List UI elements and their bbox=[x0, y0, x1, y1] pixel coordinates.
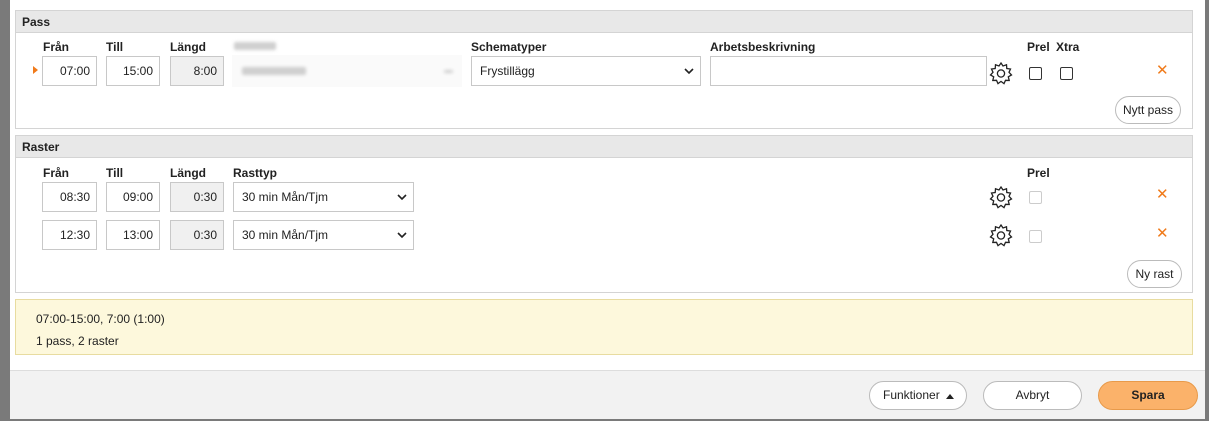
pass-xtra-checkbox[interactable] bbox=[1060, 67, 1073, 80]
cancel-button[interactable]: Avbryt bbox=[983, 381, 1082, 410]
pass-to-input[interactable]: 15:00 bbox=[106, 56, 160, 86]
pass-from-label: Från bbox=[43, 40, 70, 54]
work-description-input[interactable] bbox=[710, 56, 987, 86]
break-type-label: Rasttyp bbox=[233, 166, 278, 180]
dialog-footer: Funktioner Avbryt Spara bbox=[10, 370, 1205, 419]
delete-break-icon[interactable]: ✕ bbox=[1156, 224, 1169, 242]
gear-icon[interactable] bbox=[988, 184, 1014, 210]
chevron-down-icon bbox=[397, 232, 407, 239]
xtra-label: Xtra bbox=[1056, 40, 1080, 54]
new-pass-button[interactable]: Nytt pass bbox=[1115, 96, 1181, 124]
break-length-label: Längd bbox=[170, 166, 206, 180]
functions-label: Funktioner bbox=[883, 388, 940, 402]
caret-up-icon bbox=[946, 394, 954, 399]
employee-label-redacted bbox=[234, 42, 276, 50]
save-button[interactable]: Spara bbox=[1098, 381, 1198, 410]
schedule-type-label: Schematyper bbox=[471, 40, 547, 54]
break-prel-label: Prel bbox=[1027, 166, 1050, 180]
summary-time-text: 07:00-15:00, 7:00 (1:00) bbox=[36, 312, 165, 326]
pass-prel-checkbox[interactable] bbox=[1029, 67, 1042, 80]
chevron-down-icon bbox=[684, 68, 694, 75]
breaks-panel: Raster Från Till Längd Rasttyp Prel 08:3… bbox=[15, 135, 1193, 293]
functions-button[interactable]: Funktioner bbox=[869, 381, 967, 410]
pass-from-input[interactable]: 07:00 bbox=[42, 56, 97, 86]
chevron-down-icon bbox=[397, 194, 407, 201]
break-type-select[interactable]: 30 min Mån/Tjm bbox=[233, 220, 414, 250]
schedule-type-value: Frystillägg bbox=[480, 64, 535, 78]
summary-count-text: 1 pass, 2 raster bbox=[36, 334, 119, 348]
summary-box: 07:00-15:00, 7:00 (1:00) 1 pass, 2 raste… bbox=[15, 299, 1193, 355]
breaks-panel-title: Raster bbox=[16, 136, 1192, 158]
gear-icon[interactable] bbox=[988, 60, 1014, 86]
break-prel-checkbox[interactable] bbox=[1029, 191, 1042, 204]
break-type-value: 30 min Mån/Tjm bbox=[242, 228, 329, 242]
pass-to-label: Till bbox=[106, 40, 124, 54]
break-to-input[interactable]: 09:00 bbox=[106, 182, 160, 212]
pass-panel: Pass Från Till Längd Schematyper Arbetsb… bbox=[15, 10, 1193, 129]
pass-length-value: 8:00 bbox=[170, 56, 224, 86]
delete-break-icon[interactable]: ✕ bbox=[1156, 185, 1169, 203]
break-length-value: 0:30 bbox=[170, 182, 224, 212]
gear-icon[interactable] bbox=[988, 222, 1014, 248]
break-type-select[interactable]: 30 min Mån/Tjm bbox=[233, 182, 414, 212]
employee-select-redacted[interactable] bbox=[232, 55, 462, 87]
new-break-button[interactable]: Ny rast bbox=[1127, 260, 1182, 288]
pass-panel-title: Pass bbox=[16, 11, 1192, 33]
schedule-type-select[interactable]: Frystillägg bbox=[471, 56, 701, 86]
pass-length-label: Längd bbox=[170, 40, 206, 54]
break-from-input[interactable]: 12:30 bbox=[42, 220, 97, 250]
employee-dropdown-redacted bbox=[444, 70, 453, 73]
delete-pass-icon[interactable]: ✕ bbox=[1156, 61, 1169, 79]
break-type-value: 30 min Mån/Tjm bbox=[242, 190, 329, 204]
break-prel-checkbox[interactable] bbox=[1029, 230, 1042, 243]
break-from-label: Från bbox=[43, 166, 70, 180]
current-row-indicator-icon bbox=[33, 66, 38, 74]
work-description-label: Arbetsbeskrivning bbox=[710, 40, 816, 54]
break-to-label: Till bbox=[106, 166, 124, 180]
prel-label: Prel bbox=[1027, 40, 1050, 54]
break-to-input[interactable]: 13:00 bbox=[106, 220, 160, 250]
employee-value-redacted bbox=[242, 67, 306, 75]
break-from-input[interactable]: 08:30 bbox=[42, 182, 97, 212]
break-length-value: 0:30 bbox=[170, 220, 224, 250]
